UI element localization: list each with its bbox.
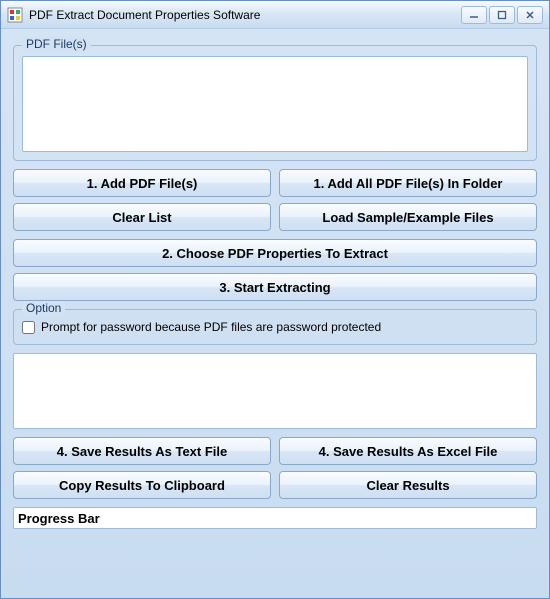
close-button[interactable] — [517, 6, 543, 24]
choose-properties-button[interactable]: 2. Choose PDF Properties To Extract — [13, 239, 537, 267]
add-pdf-files-button[interactable]: 1. Add PDF File(s) — [13, 169, 271, 197]
prompt-password-row[interactable]: Prompt for password because PDF files ar… — [22, 318, 528, 336]
window-title: PDF Extract Document Properties Software — [29, 8, 459, 22]
save-as-text-button[interactable]: 4. Save Results As Text File — [13, 437, 271, 465]
titlebar: PDF Extract Document Properties Software — [1, 1, 549, 29]
progress-bar: Progress Bar — [13, 507, 537, 529]
minimize-button[interactable] — [461, 6, 487, 24]
pdf-files-listbox[interactable] — [22, 56, 528, 152]
prompt-password-checkbox[interactable] — [22, 321, 35, 334]
add-all-in-folder-button[interactable]: 1. Add All PDF File(s) In Folder — [279, 169, 537, 197]
save-as-excel-button[interactable]: 4. Save Results As Excel File — [279, 437, 537, 465]
app-icon — [7, 7, 23, 23]
pdf-files-legend: PDF File(s) — [22, 37, 91, 51]
copy-clipboard-button[interactable]: Copy Results To Clipboard — [13, 471, 271, 499]
pdf-files-group: PDF File(s) — [13, 45, 537, 161]
results-listbox[interactable] — [13, 353, 537, 429]
maximize-button[interactable] — [489, 6, 515, 24]
load-sample-button[interactable]: Load Sample/Example Files — [279, 203, 537, 231]
window-controls — [459, 6, 543, 24]
progress-label: Progress Bar — [18, 511, 100, 526]
option-group: Option Prompt for password because PDF f… — [13, 309, 537, 345]
client-area: PDF File(s) 1. Add PDF File(s) 1. Add Al… — [1, 29, 549, 535]
prompt-password-label: Prompt for password because PDF files ar… — [41, 320, 381, 334]
clear-results-button[interactable]: Clear Results — [279, 471, 537, 499]
main-window: PDF Extract Document Properties Software… — [0, 0, 550, 599]
option-legend: Option — [22, 301, 65, 315]
start-extracting-button[interactable]: 3. Start Extracting — [13, 273, 537, 301]
clear-list-button[interactable]: Clear List — [13, 203, 271, 231]
